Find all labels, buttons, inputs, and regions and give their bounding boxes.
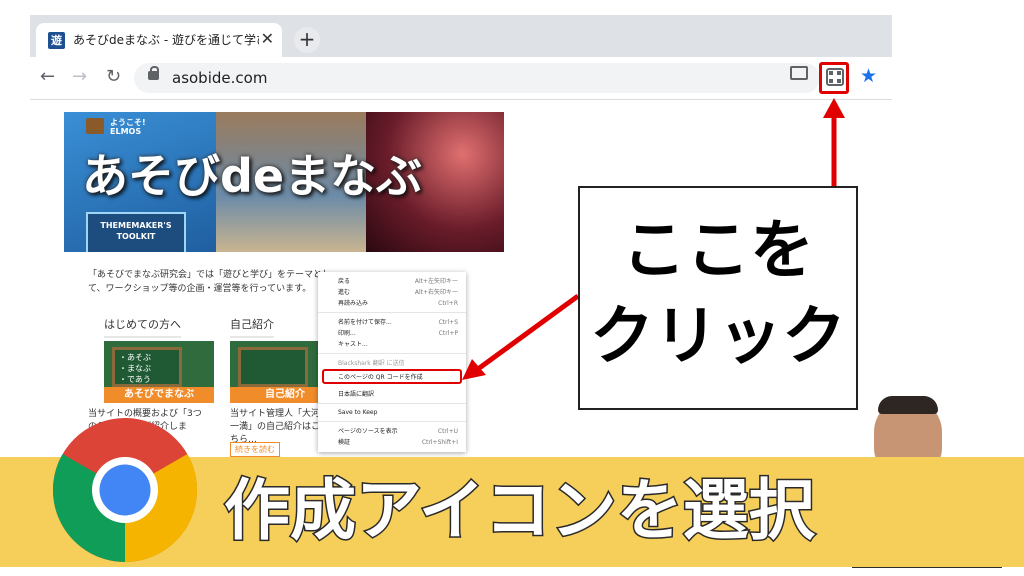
arrow-left-head	[462, 359, 486, 380]
presenter-hair	[878, 396, 938, 414]
callout-line1: ここを	[622, 214, 814, 288]
caption-banner-text: 作成アイコンを選択	[223, 471, 817, 551]
click-here-callout: ここを クリック	[578, 186, 858, 410]
callout-line2: クリック	[590, 300, 846, 374]
arrow-left-line	[476, 293, 580, 372]
arrow-up-head	[823, 98, 845, 118]
chrome-logo-icon	[52, 418, 198, 562]
